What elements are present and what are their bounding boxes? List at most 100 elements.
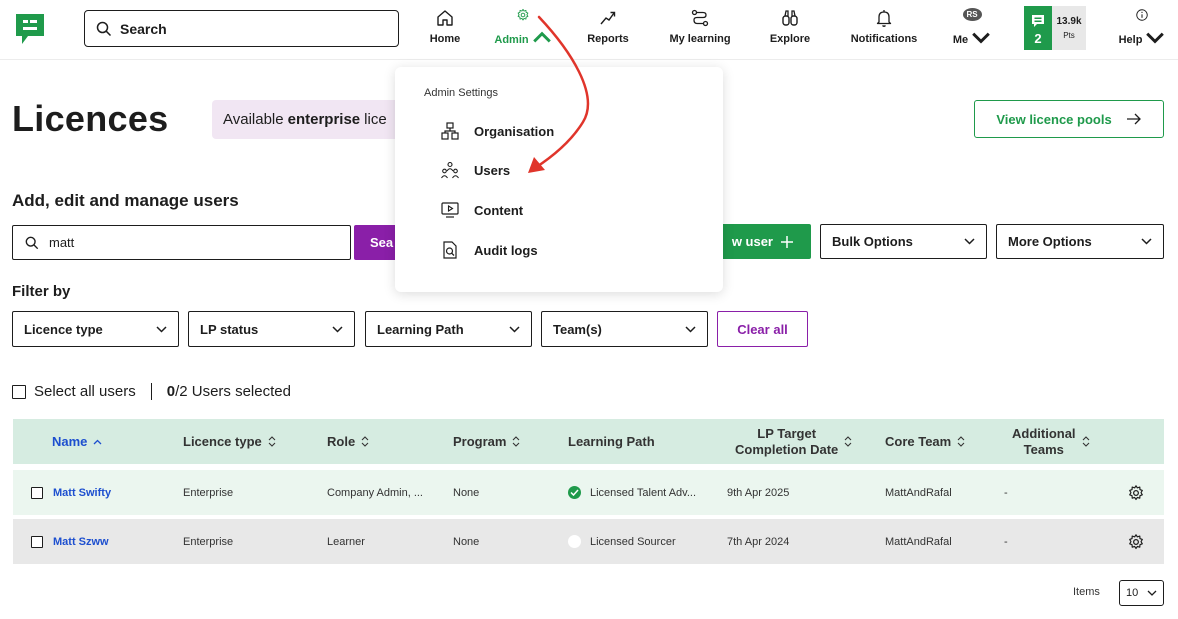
view-licence-pools-button[interactable]: View licence pools [974,100,1164,138]
menu-item-organisation[interactable]: Organisation [441,119,554,143]
binoculars-icon [782,10,798,26]
target-date-cell: 7th Apr 2024 [727,535,790,548]
selected-suffix: /2 Users selected [175,383,291,400]
lp-status-filter[interactable]: LP status [188,311,355,347]
admin-settings-menu: Admin Settings Organisation Users Conten… [395,67,723,292]
menu-header: Admin Settings [424,87,498,99]
top-navigation: Search Home Admin Reports My learning Ex… [0,0,1178,60]
column-role[interactable]: Role [327,419,369,464]
table-header: Name Licence type Role Program Learning … [13,419,1164,464]
licence-type-cell: Enterprise [183,535,234,548]
table-row[interactable]: Matt Swifty Enterprise Company Admin, ..… [13,470,1164,515]
row-settings-button[interactable] [1127,470,1145,515]
nav-my-learning[interactable]: My learning [664,8,736,52]
nav-me[interactable]: RS Me [952,8,992,52]
chevron-down-icon [1147,590,1157,596]
learning-path-filter[interactable]: Learning Path [365,311,532,347]
manage-users-title: Add, edit and manage users [12,191,239,210]
menu-item-users[interactable]: Users [441,158,510,182]
audit-logs-icon [443,241,457,259]
page-title: Licences [12,98,169,139]
chevron-down-icon [964,238,975,245]
column-lp-target-date[interactable]: LP Target Completion Date [735,419,852,464]
nav-reports[interactable]: Reports [584,8,632,52]
user-name-link[interactable]: Matt Swifty [53,470,111,515]
chevron-down-icon [156,325,167,333]
bulk-options-dropdown[interactable]: Bulk Options [820,224,987,259]
search-icon [96,21,112,36]
select-all-label[interactable]: Select all users [34,383,136,400]
search-icon [25,236,39,249]
column-licence-type[interactable]: Licence type [183,419,276,464]
sort-icon [361,436,369,447]
more-options-dropdown[interactable]: More Options [996,224,1164,259]
gear-icon [1129,484,1143,500]
content-icon [441,202,459,218]
chevron-down-icon [685,325,696,333]
points-badge[interactable]: 2 13.9k Pts [1024,6,1086,50]
empty-circle-icon [568,535,581,548]
licence-type-filter[interactable]: Licence type [12,311,179,347]
reports-trend-icon [600,11,616,25]
additional-teams-cell: - [1004,535,1008,548]
column-core-team[interactable]: Core Team [885,419,965,464]
clear-all-button[interactable]: Clear all [717,311,808,347]
plus-icon [781,235,793,248]
chevron-down-icon [332,325,343,333]
table-row[interactable]: Matt Szww Enterprise Learner None Licens… [13,519,1164,564]
user-name-link[interactable]: Matt Szww [53,519,109,564]
row-settings-button[interactable] [1127,519,1145,564]
home-icon [437,10,453,26]
items-per-page-label: Items [1073,586,1100,598]
sort-asc-icon [93,439,102,444]
global-search-input[interactable]: Search [84,10,399,47]
menu-item-audit-logs[interactable]: Audit logs [441,238,538,262]
select-all-bar: Select all users 0 /2 Users selected [12,383,291,400]
select-all-checkbox[interactable] [12,384,26,399]
level-logo-icon [1032,15,1044,27]
filter-by-title: Filter by [12,283,71,300]
row-checkbox[interactable] [31,535,43,548]
gear-icon [1129,533,1143,549]
user-search-field[interactable] [12,225,351,260]
learning-path-cell: Licensed Sourcer [568,519,676,564]
sort-icon [844,436,852,447]
chevron-down-icon [1141,238,1152,245]
program-cell: None [453,535,480,548]
sort-icon [957,436,965,447]
additional-teams-cell: - [1004,486,1008,499]
chevron-down-icon [1146,32,1165,44]
bell-icon [876,10,892,27]
sort-icon [513,436,520,447]
gear-icon [517,8,529,21]
info-icon [1136,9,1148,21]
divider [150,383,152,400]
nav-help[interactable]: Help [1119,8,1165,52]
role-cell: Learner [327,535,365,548]
teams-filter[interactable]: Team(s) [541,311,708,347]
chevron-down-icon [972,32,990,44]
column-additional-teams[interactable]: Additional Teams [1012,419,1090,464]
nav-notifications[interactable]: Notifications [846,8,922,52]
sort-icon [1082,436,1089,447]
selected-count: 0 [166,383,176,400]
column-program[interactable]: Program [453,419,520,464]
items-per-page-select[interactable]: 10 [1119,580,1164,606]
menu-item-content[interactable]: Content [441,198,523,222]
column-name[interactable]: Name [52,419,102,464]
user-search-input[interactable] [49,235,299,250]
sort-icon [268,436,276,447]
role-cell: Company Admin, ... [327,486,423,499]
chevron-up-icon [532,31,551,43]
organisation-icon [441,122,459,140]
app-logo[interactable] [14,12,46,46]
nav-home[interactable]: Home [424,8,466,52]
nav-explore[interactable]: Explore [766,8,814,52]
row-checkbox[interactable] [31,486,43,499]
nav-admin[interactable]: Admin [494,8,552,52]
points-unit: Pts [1063,31,1075,40]
program-cell: None [453,486,480,499]
users-icon [441,161,459,179]
licence-type-cell: Enterprise [183,486,234,499]
points-value: 13.9k [1056,16,1082,27]
